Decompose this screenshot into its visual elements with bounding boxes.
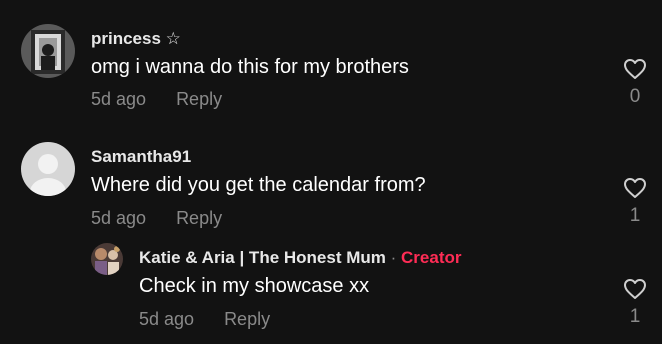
like-count: 1 (629, 306, 641, 327)
avatar[interactable] (21, 24, 75, 78)
avatar[interactable] (21, 142, 75, 196)
creator-badge: Creator (401, 248, 462, 267)
like-count: 0 (629, 86, 641, 107)
comment-text: Where did you get the calendar from? (91, 174, 426, 196)
comment-username[interactable]: Samantha91 (91, 147, 191, 167)
reply-timestamp: 5d ago (139, 309, 195, 329)
like-control: 1 (615, 177, 655, 227)
reply-text: Check in my showcase xx (139, 275, 370, 297)
reply-username[interactable]: Katie & Aria | The Honest Mum · Creator (139, 248, 462, 268)
reply-username-text[interactable]: Katie & Aria | The Honest Mum (139, 248, 386, 267)
heart-icon[interactable] (623, 278, 647, 300)
reply-button[interactable]: Reply (176, 89, 222, 109)
separator: · (390, 248, 397, 267)
reply-button[interactable]: Reply (176, 208, 222, 228)
comment-timestamp: 5d ago (91, 89, 147, 109)
like-control: 1 (615, 278, 655, 328)
reply-button[interactable]: Reply (224, 309, 270, 329)
like-control: 0 (615, 58, 655, 108)
reply-meta: 5d ago Reply (139, 309, 270, 330)
comment-timestamp: 5d ago (91, 208, 147, 228)
comment-text: omg i wanna do this for my brothers (91, 56, 409, 78)
heart-icon[interactable] (623, 177, 647, 199)
like-count: 1 (629, 205, 641, 226)
avatar[interactable] (91, 243, 123, 275)
comment-meta: 5d ago Reply (91, 89, 222, 110)
comment-username[interactable]: princess ☆ (91, 29, 181, 49)
heart-icon[interactable] (623, 58, 647, 80)
comment-meta: 5d ago Reply (91, 208, 222, 229)
